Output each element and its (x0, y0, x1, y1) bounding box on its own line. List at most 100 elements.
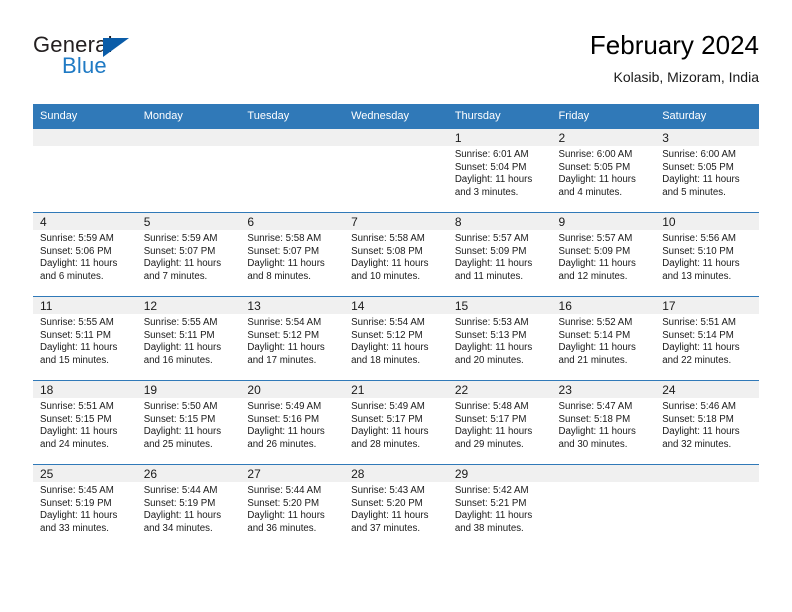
day-number: 29 (447, 465, 552, 482)
day-details: Sunrise: 5:43 AM Sunset: 5:20 PM Daylight:… (344, 482, 448, 535)
day-detail-line: and 34 minutes. (143, 522, 213, 534)
day-detail-line: Sunrise: 5:55 AM (40, 317, 114, 328)
day-detail-line: Sunset: 5:10 PM (662, 245, 734, 257)
calendar-week-row: 1 Sunrise: 6:01 AM Sunset: 5:04 PM Daylight… (33, 128, 759, 213)
day-detail-line: Sunrise: 5:57 AM (558, 233, 633, 244)
calendar-day-cell[interactable]: 29 Sunrise: 5:42 AM Sunset: 5:21 PM Dayligh… (447, 464, 552, 548)
day-detail-line: Sunset: 5:06 PM (40, 245, 112, 257)
calendar-day-cell[interactable]: 2 Sunrise: 6:00 AM Sunset: 5:05 PM Daylight… (551, 128, 656, 213)
day-details: Sunrise: 5:57 AM Sunset: 5:09 PM Daylight:… (552, 230, 656, 283)
calendar-day-cell[interactable]: 19 Sunrise: 5:50 AM Sunset: 5:15 PM Dayligh… (136, 380, 241, 465)
calendar-day-cell[interactable]: 26 Sunrise: 5:44 AM Sunset: 5:19 PM Dayligh… (136, 464, 241, 548)
weekday-header-tuesday: Tuesday (240, 104, 345, 129)
day-details: Sunrise: 6:00 AM Sunset: 5:05 PM Daylight:… (655, 146, 759, 199)
day-details (137, 146, 241, 149)
day-details: Sunrise: 5:45 AM Sunset: 5:19 PM Daylight:… (33, 482, 137, 535)
day-detail-line: Daylight: 11 hours (454, 342, 533, 354)
calendar-empty-cell (136, 128, 241, 213)
calendar-day-cell[interactable]: 1 Sunrise: 6:01 AM Sunset: 5:04 PM Daylight… (447, 128, 552, 213)
calendar-day-cell[interactable]: 8 Sunrise: 5:57 AM Sunset: 5:09 PM Daylight… (447, 212, 552, 297)
day-detail-line: Sunset: 5:12 PM (247, 329, 320, 341)
day-detail-line: Daylight: 11 hours (143, 510, 222, 522)
calendar-day-cell[interactable]: 25 Sunrise: 5:45 AM Sunset: 5:19 PM Dayligh… (33, 464, 137, 548)
day-details: Sunrise: 5:58 AM Sunset: 5:08 PM Daylight:… (344, 230, 448, 283)
day-detail-line: Daylight: 11 hours (351, 426, 429, 438)
day-detail-line: Sunrise: 5:42 AM (454, 485, 529, 496)
day-detail-line: Sunset: 5:18 PM (662, 413, 734, 425)
calendar-day-cell[interactable]: 12 Sunrise: 5:55 AM Sunset: 5:11 PM Dayligh… (136, 296, 241, 381)
day-detail-line: Daylight: 11 hours (40, 426, 118, 438)
calendar-day-cell[interactable]: 20 Sunrise: 5:49 AM Sunset: 5:16 PM Dayligh… (240, 380, 345, 465)
day-details: Sunrise: 5:59 AM Sunset: 5:07 PM Daylight:… (137, 230, 241, 283)
day-details: Sunrise: 5:54 AM Sunset: 5:12 PM Daylight:… (240, 314, 344, 367)
day-details: Sunrise: 5:47 AM Sunset: 5:18 PM Daylight:… (552, 398, 656, 451)
day-detail-line: Sunset: 5:21 PM (454, 497, 527, 509)
day-detail-line: Sunrise: 5:45 AM (40, 485, 114, 496)
calendar-day-cell[interactable]: 10 Sunrise: 5:56 AM Sunset: 5:10 PM Dayligh… (655, 212, 759, 297)
day-detail-line: Sunset: 5:16 PM (247, 413, 320, 425)
calendar-day-cell[interactable]: 5 Sunrise: 5:59 AM Sunset: 5:07 PM Daylight… (136, 212, 241, 297)
calendar-day-cell[interactable]: 11 Sunrise: 5:55 AM Sunset: 5:11 PM Dayligh… (33, 296, 137, 381)
day-detail-line: Daylight: 11 hours (558, 342, 636, 354)
day-details: Sunrise: 5:48 AM Sunset: 5:17 PM Daylight:… (448, 398, 552, 451)
day-detail-line: Sunset: 5:08 PM (351, 245, 423, 257)
calendar-day-cell[interactable]: 6 Sunrise: 5:58 AM Sunset: 5:07 PM Daylight… (240, 212, 345, 297)
day-detail-line: and 36 minutes. (247, 522, 317, 534)
calendar-empty-cell (240, 128, 345, 213)
day-detail-line: Sunrise: 5:58 AM (247, 233, 322, 244)
calendar-day-cell[interactable]: 28 Sunrise: 5:43 AM Sunset: 5:20 PM Dayligh… (344, 464, 448, 548)
day-detail-line: and 8 minutes. (247, 270, 311, 282)
day-detail-line: Daylight: 11 hours (247, 510, 325, 522)
calendar-day-cell[interactable]: 4 Sunrise: 5:59 AM Sunset: 5:06 PM Daylight… (33, 212, 137, 297)
day-detail-line: and 38 minutes. (454, 522, 524, 534)
calendar-day-cell[interactable]: 15 Sunrise: 5:53 AM Sunset: 5:13 PM Dayligh… (447, 296, 552, 381)
day-details: Sunrise: 5:52 AM Sunset: 5:14 PM Daylight:… (552, 314, 656, 367)
calendar-page: General Blue February 2024 Kolasib, Mizo… (0, 0, 792, 612)
calendar-empty-cell (655, 464, 759, 548)
day-number: 23 (551, 381, 656, 398)
day-detail-line: Sunrise: 5:49 AM (247, 401, 322, 412)
day-number (344, 129, 448, 146)
day-detail-line: Sunrise: 5:43 AM (351, 485, 425, 496)
calendar-day-cell[interactable]: 13 Sunrise: 5:54 AM Sunset: 5:12 PM Dayligh… (240, 296, 345, 381)
day-number: 18 (33, 381, 137, 398)
calendar-day-cell[interactable]: 24 Sunrise: 5:46 AM Sunset: 5:18 PM Dayligh… (655, 380, 759, 465)
day-details: Sunrise: 5:51 AM Sunset: 5:15 PM Daylight:… (33, 398, 137, 451)
day-detail-line: Sunrise: 5:49 AM (351, 401, 425, 412)
calendar-day-cell[interactable]: 14 Sunrise: 5:54 AM Sunset: 5:12 PM Dayligh… (344, 296, 448, 381)
calendar-day-cell[interactable]: 7 Sunrise: 5:58 AM Sunset: 5:08 PM Daylight… (344, 212, 448, 297)
day-detail-line: and 25 minutes. (143, 438, 213, 450)
day-detail-line: and 3 minutes. (454, 186, 519, 198)
day-details: Sunrise: 5:44 AM Sunset: 5:20 PM Daylight:… (240, 482, 344, 535)
day-detail-line: Daylight: 11 hours (247, 426, 325, 438)
day-details (552, 482, 656, 485)
day-detail-line: Sunset: 5:19 PM (143, 497, 216, 509)
day-detail-line: and 12 minutes. (558, 270, 628, 282)
calendar-day-cell[interactable]: 18 Sunrise: 5:51 AM Sunset: 5:15 PM Dayligh… (33, 380, 137, 465)
day-details (33, 146, 137, 149)
calendar-day-cell[interactable]: 3 Sunrise: 6:00 AM Sunset: 5:05 PM Daylight… (655, 128, 759, 213)
day-detail-line: Daylight: 11 hours (454, 258, 533, 270)
day-detail-line: Sunset: 5:19 PM (40, 497, 112, 509)
day-details (655, 482, 759, 485)
day-detail-line: Daylight: 11 hours (247, 258, 325, 270)
day-number: 15 (447, 297, 552, 314)
calendar-day-cell[interactable]: 27 Sunrise: 5:44 AM Sunset: 5:20 PM Dayligh… (240, 464, 345, 548)
brand-logo[interactable]: General Blue (33, 32, 183, 88)
day-number: 5 (136, 213, 241, 230)
calendar-day-cell[interactable]: 17 Sunrise: 5:51 AM Sunset: 5:14 PM Dayligh… (655, 296, 759, 381)
calendar-day-cell[interactable]: 22 Sunrise: 5:48 AM Sunset: 5:17 PM Dayligh… (447, 380, 552, 465)
calendar-day-cell[interactable]: 23 Sunrise: 5:47 AM Sunset: 5:18 PM Dayligh… (551, 380, 656, 465)
calendar-day-cell[interactable]: 9 Sunrise: 5:57 AM Sunset: 5:09 PM Daylight… (551, 212, 656, 297)
day-details: Sunrise: 5:51 AM Sunset: 5:14 PM Daylight:… (655, 314, 759, 367)
calendar-day-cell[interactable]: 16 Sunrise: 5:52 AM Sunset: 5:14 PM Dayligh… (551, 296, 656, 381)
day-detail-line: and 16 minutes. (143, 354, 213, 366)
day-details: Sunrise: 6:00 AM Sunset: 5:05 PM Daylight:… (552, 146, 656, 199)
day-number: 12 (136, 297, 241, 314)
day-detail-line: Sunrise: 5:58 AM (351, 233, 425, 244)
day-detail-line: Daylight: 11 hours (40, 510, 118, 522)
day-number: 13 (240, 297, 345, 314)
day-details: Sunrise: 5:49 AM Sunset: 5:17 PM Daylight:… (344, 398, 448, 451)
day-detail-line: and 7 minutes. (143, 270, 208, 282)
calendar-day-cell[interactable]: 21 Sunrise: 5:49 AM Sunset: 5:17 PM Dayligh… (344, 380, 448, 465)
